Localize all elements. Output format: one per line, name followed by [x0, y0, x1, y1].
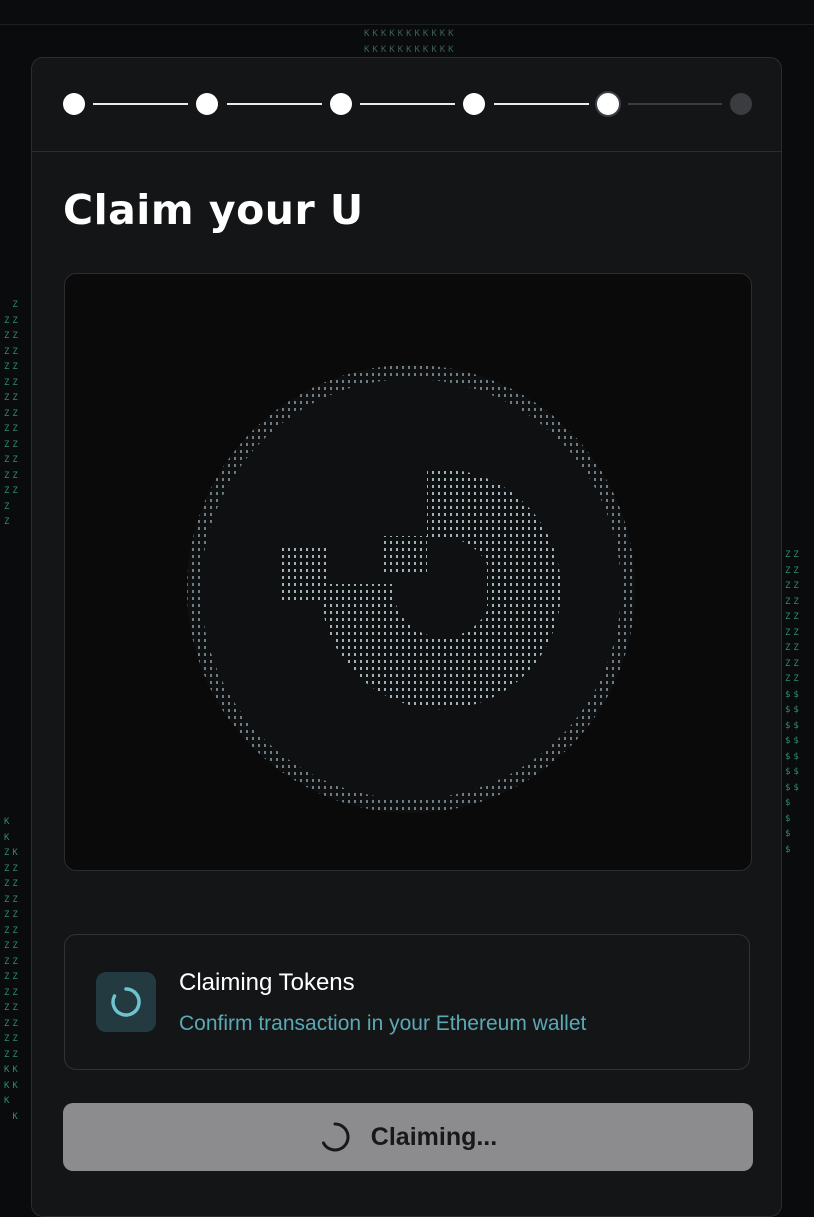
- step-connector-2: [227, 103, 322, 105]
- step-4-dot: [463, 93, 485, 115]
- step-5-dot-current: [595, 91, 621, 117]
- claim-button[interactable]: Claiming...: [63, 1103, 753, 1171]
- step-2-dot: [196, 93, 218, 115]
- step-connector-1: [93, 103, 188, 105]
- token-visual-panel: [64, 273, 752, 871]
- status-panel: Claiming Tokens Confirm transaction in y…: [64, 934, 750, 1070]
- status-icon-box: [96, 972, 156, 1032]
- progress-stepper: [32, 58, 781, 152]
- u-token-ascii-logo-icon: [165, 354, 665, 834]
- step-connector-3: [360, 103, 455, 105]
- step-connector-4: [494, 103, 589, 105]
- status-subtitle: Confirm transaction in your Ethereum wal…: [179, 1012, 587, 1035]
- status-title: Claiming Tokens: [179, 969, 355, 996]
- top-bar: [0, 0, 814, 25]
- claim-card: Claim your U Claiming Tokens Confirm tra…: [31, 57, 782, 1217]
- spinner-icon: [321, 1122, 350, 1152]
- u-glyph: [245, 454, 565, 734]
- step-3-dot: [330, 93, 352, 115]
- step-6-dot-pending: [730, 93, 752, 115]
- matrix-rain-left-lower: K K ZK ZZ ZZ ZZ ZZ ZZ ZZ ZZ ZZ ZZ ZZ ZZ …: [4, 817, 21, 1122]
- step-connector-5: [628, 103, 722, 105]
- page-title: Claim your U: [63, 186, 364, 234]
- spinner-icon: [111, 987, 141, 1017]
- matrix-rain-left-upper: Z ZZ ZZ ZZ ZZ ZZ ZZ ZZ ZZ ZZ ZZ ZZ ZZ Z …: [4, 300, 21, 527]
- step-1-dot: [63, 93, 85, 115]
- matrix-rain-top: KKKKKKKKKKK KKKKKKKKKKK: [364, 29, 457, 55]
- claim-button-content: Claiming...: [63, 1103, 753, 1171]
- matrix-rain-right: ZZ ZZ ZZ ZZ ZZ ZZ ZZ ZZ ZZ $$ $$ $$ $$ $…: [785, 550, 802, 855]
- claim-button-label: Claiming...: [370, 1122, 498, 1151]
